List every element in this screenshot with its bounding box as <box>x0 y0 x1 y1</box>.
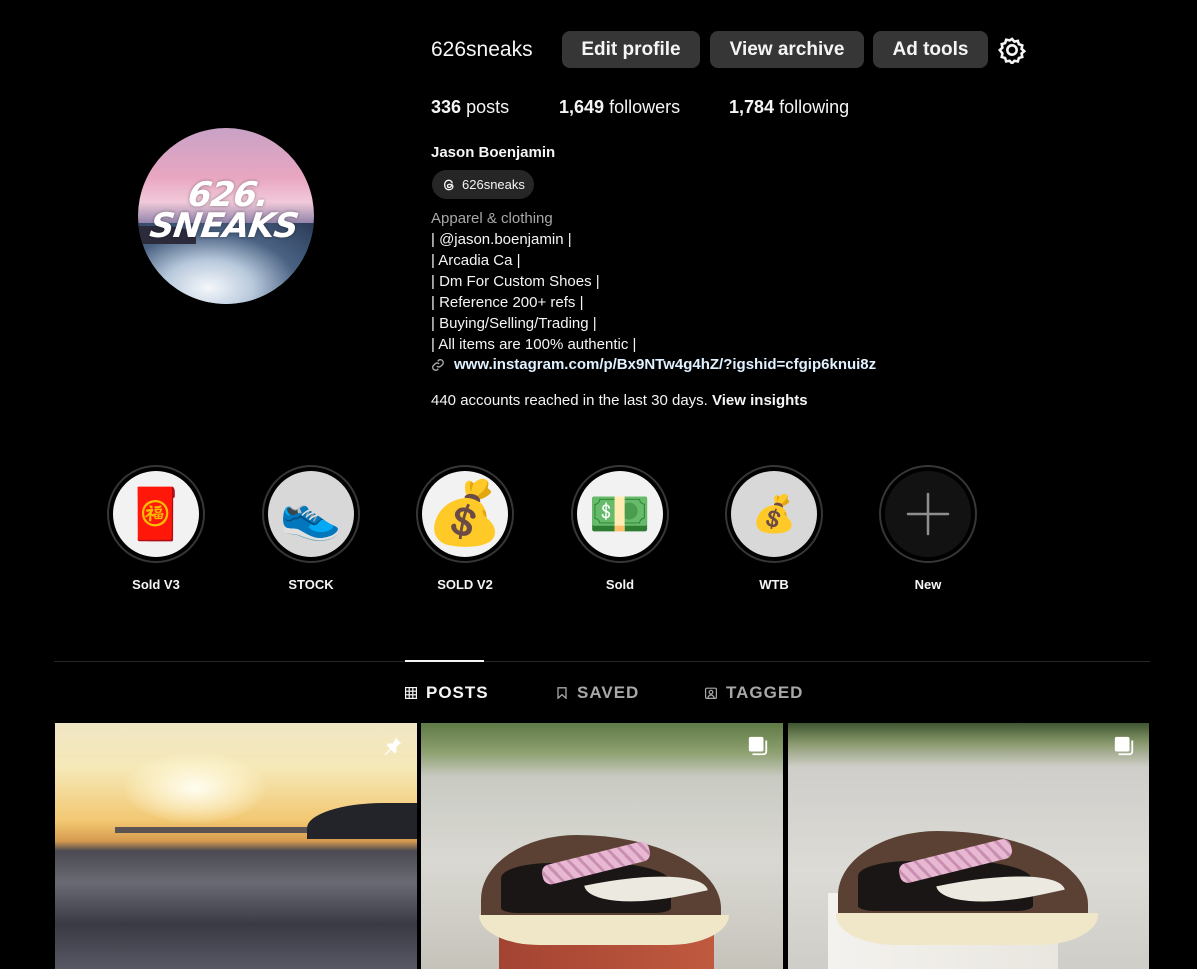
plus-icon <box>906 492 950 536</box>
sneaker-icon: 👟 <box>268 471 354 557</box>
red-envelope-icon: 🧧 <box>113 471 199 557</box>
highlight-ring: 💰 <box>416 465 514 563</box>
tab-saved-label: SAVED <box>577 683 640 702</box>
highlight-label: WTB <box>759 577 789 592</box>
highlight-label: SOLD V2 <box>437 577 493 592</box>
reach-text: 440 accounts reached in the last 30 days… <box>431 392 708 409</box>
settings-gear-icon[interactable] <box>998 36 1026 64</box>
profile-link[interactable]: www.instagram.com/p/Bx9NTw4g4hZ/?igshid=… <box>431 356 876 373</box>
bio-line: | Buying/Selling/Trading | <box>431 315 597 332</box>
view-archive-button[interactable]: View archive <box>710 31 864 68</box>
bio-line: | Dm For Custom Shoes | <box>431 273 600 290</box>
money-bag-icon: 💰 <box>731 471 817 557</box>
dollar-banknote-icon: 💵 <box>577 471 663 557</box>
posts-stat: 336 posts <box>431 97 509 118</box>
profile-username: 626sneaks <box>431 38 533 61</box>
post-thumbnail[interactable] <box>788 723 1149 969</box>
followers-count: 1,649 <box>559 97 605 117</box>
following-count: 1,784 <box>729 97 775 117</box>
post-thumbnail[interactable] <box>55 723 417 969</box>
bookmark-icon <box>557 687 567 699</box>
highlight-label: New <box>914 577 942 592</box>
bio-line: | Reference 200+ refs | <box>431 294 584 311</box>
following-stat[interactable]: 1,784 following <box>729 97 849 118</box>
highlight-ring: 💰 <box>725 465 823 563</box>
profile-link-text[interactable]: www.instagram.com/p/Bx9NTw4g4hZ/?igshid=… <box>454 356 876 373</box>
highlight-item[interactable]: 🧧 Sold V3 <box>107 465 205 592</box>
grid-icon <box>405 687 417 699</box>
highlight-ring: 💵 <box>571 465 669 563</box>
highlight-label: Sold V3 <box>132 577 180 592</box>
tagged-person-icon <box>705 687 717 699</box>
tab-tagged[interactable]: TAGGED <box>705 683 803 703</box>
posts-label: posts <box>466 97 510 117</box>
tabs-divider <box>54 661 1150 662</box>
highlight-item[interactable]: 💰 SOLD V2 <box>416 465 514 592</box>
pin-icon <box>384 736 402 756</box>
post-cliff <box>307 803 417 839</box>
post-shoe-sole <box>836 913 1098 945</box>
ad-tools-button[interactable]: Ad tools <box>873 31 988 68</box>
threads-badge[interactable]: 626sneaks <box>432 170 534 199</box>
tab-posts-label: POSTS <box>426 683 489 702</box>
highlight-item[interactable]: 👟 STOCK <box>262 465 360 592</box>
highlight-ring: 👟 <box>262 465 360 563</box>
carousel-icon <box>1114 736 1134 756</box>
threads-handle: 626sneaks <box>462 177 525 192</box>
edit-profile-button[interactable]: Edit profile <box>562 31 700 68</box>
profile-category: Apparel & clothing <box>431 210 553 227</box>
highlight-item[interactable]: 💵 Sold <box>571 465 669 592</box>
profile-avatar[interactable]: 626. SNEAKS <box>138 128 314 304</box>
bio-line: | @jason.boenjamin | <box>431 231 572 248</box>
insights-summary: 440 accounts reached in the last 30 days… <box>431 392 808 409</box>
carousel-icon <box>748 736 768 756</box>
following-label: following <box>779 97 850 117</box>
tab-posts[interactable]: POSTS <box>405 683 489 703</box>
tab-saved[interactable]: SAVED <box>556 683 639 703</box>
profile-bio: Apparel & clothing | @jason.boenjamin | … <box>431 208 636 355</box>
money-bag-icon: 💰 <box>422 471 508 557</box>
highlight-ring <box>879 465 977 563</box>
link-icon <box>432 358 444 371</box>
tab-tagged-label: TAGGED <box>726 683 804 702</box>
followers-label: followers <box>609 97 681 117</box>
new-highlight-button[interactable]: New <box>879 465 977 592</box>
active-tab-indicator <box>405 660 484 662</box>
post-sun-glow <box>125 753 265 823</box>
threads-icon <box>443 179 454 190</box>
highlight-item[interactable]: 💰 WTB <box>725 465 823 592</box>
bio-line: | Arcadia Ca | <box>431 252 521 269</box>
followers-stat[interactable]: 1,649 followers <box>559 97 680 118</box>
plus-icon-wrap <box>885 471 971 557</box>
bio-line: | All items are 100% authentic | <box>431 336 637 353</box>
highlight-label: Sold <box>605 577 635 592</box>
posts-count: 336 <box>431 97 462 117</box>
avatar-logo-line2: SNEAKS <box>147 206 301 246</box>
highlight-ring: 🧧 <box>107 465 205 563</box>
post-shoe-sole <box>479 915 729 945</box>
avatar-logo: 626. SNEAKS <box>138 175 314 246</box>
highlight-label: STOCK <box>288 577 334 592</box>
profile-full-name: Jason Boenjamin <box>431 144 556 161</box>
view-insights-link[interactable]: View insights <box>712 392 808 409</box>
post-thumbnail[interactable] <box>421 723 783 969</box>
